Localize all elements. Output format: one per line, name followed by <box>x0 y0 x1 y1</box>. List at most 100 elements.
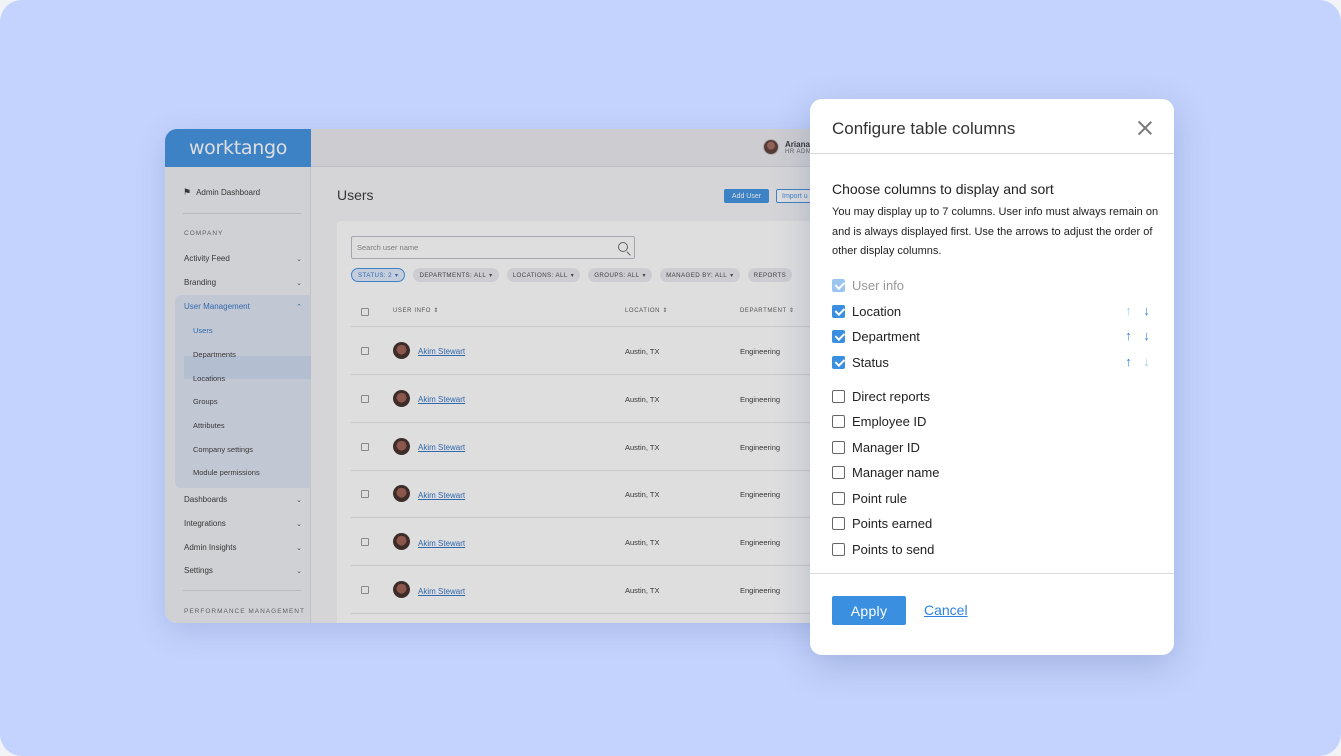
select-all-checkbox[interactable] <box>361 308 369 316</box>
row-divider <box>351 422 855 423</box>
checkbox[interactable] <box>832 491 845 505</box>
sidebar-subitem-module-permissions[interactable]: Module permissions <box>193 468 260 477</box>
row-checkbox[interactable] <box>361 347 369 355</box>
modal-divider <box>810 573 1174 574</box>
arrow-up-icon[interactable]: ↑ <box>1123 354 1134 369</box>
sidebar-item-settings[interactable]: Settings ⌄ <box>184 566 302 575</box>
arrow-up-icon[interactable]: ↑ <box>1123 303 1134 318</box>
row-checkbox[interactable] <box>361 395 369 403</box>
worktango-logo[interactable]: worktango <box>165 129 311 167</box>
sidebar-subitem-users[interactable]: Users <box>193 326 213 335</box>
column-option-user-info: User info <box>832 276 1152 294</box>
location-cell: Austin, TX <box>625 538 660 547</box>
column-option-point-rule[interactable]: Point rule <box>832 489 1152 507</box>
row-divider <box>351 517 855 518</box>
user-name-link[interactable]: Akim Stewart <box>418 587 465 596</box>
row-checkbox[interactable] <box>361 443 369 451</box>
user-management-group <box>175 295 311 488</box>
user-name-link[interactable]: Akim Stewart <box>418 395 465 404</box>
modal-title: Configure table columns <box>832 119 1016 138</box>
sidebar-subitem-attributes[interactable]: Attributes <box>193 421 225 430</box>
column-label: DEPARTMENT <box>740 308 787 314</box>
sidebar-item-admin-dashboard[interactable]: ⚑ Admin Dashboard <box>183 187 260 198</box>
sidebar-item-dashboards[interactable]: Dashboards ⌄ <box>184 495 302 504</box>
add-user-button[interactable]: Add User <box>724 189 769 203</box>
chevron-down-icon: ⌄ <box>296 279 302 287</box>
arrow-up-icon[interactable]: ↑ <box>1123 328 1134 343</box>
column-option-employee-id[interactable]: Employee ID <box>832 412 1152 430</box>
filter-managed-by[interactable]: MANAGED BY: ALL ▾ <box>660 268 740 282</box>
filter-label: LOCATIONS: ALL <box>512 271 568 279</box>
column-option-manager-name[interactable]: Manager name <box>832 463 1152 481</box>
checkbox-checked[interactable] <box>832 304 845 318</box>
caret-down-icon: ▾ <box>642 271 647 279</box>
top-bar: worktango Ariana HR ADM <box>165 129 855 167</box>
location-cell: Austin, TX <box>625 443 660 452</box>
sidebar-item-admin-insights[interactable]: Admin Insights ⌄ <box>184 543 302 552</box>
column-label: USER INFO <box>393 308 432 314</box>
filter-reports[interactable]: REPORTS <box>747 268 793 282</box>
sidebar-subitem-groups[interactable]: Groups <box>193 397 218 406</box>
column-option-department[interactable]: Department ↑ ↓ <box>832 327 1152 345</box>
checkbox-checked[interactable] <box>832 329 845 343</box>
avatar <box>393 581 410 598</box>
search-input[interactable]: Search user name <box>351 236 635 259</box>
column-header-location[interactable]: LOCATION ⇕ <box>625 307 668 314</box>
checkbox[interactable] <box>832 465 845 479</box>
user-name-link[interactable]: Akim Stewart <box>418 443 465 452</box>
option-label: Manager name <box>852 464 940 480</box>
checkbox-checked[interactable] <box>832 355 845 369</box>
row-checkbox[interactable] <box>361 586 369 594</box>
option-label: Manager ID <box>852 439 920 455</box>
filter-label: GROUPS: ALL <box>594 271 640 279</box>
sidebar-item-label: User Management <box>184 302 250 311</box>
search-icon[interactable] <box>618 242 628 252</box>
arrow-down-icon[interactable]: ↓ <box>1141 303 1152 318</box>
sidebar-subitem-locations[interactable]: Locations <box>193 374 225 383</box>
apply-button[interactable]: Apply <box>832 596 906 625</box>
sidebar-item-label: Admin Dashboard <box>196 188 261 197</box>
sidebar-subitem-company-settings[interactable]: Company settings <box>193 445 253 454</box>
row-checkbox[interactable] <box>361 490 369 498</box>
column-option-status[interactable]: Status ↑ ↓ <box>832 353 1152 371</box>
sidebar-item-label: Integrations <box>184 519 226 528</box>
checkbox[interactable] <box>832 389 845 403</box>
sidebar-item-activity-feed[interactable]: Activity Feed ⌄ <box>184 254 302 263</box>
caret-down-icon: ▾ <box>394 271 399 279</box>
sidebar-item-label: Settings <box>184 566 213 575</box>
checkbox[interactable] <box>832 516 845 530</box>
sidebar-item-integrations[interactable]: Integrations ⌄ <box>184 519 302 528</box>
user-name-link[interactable]: Akim Stewart <box>418 347 465 356</box>
filter-groups[interactable]: GROUPS: ALL ▾ <box>588 268 653 282</box>
checkbox[interactable] <box>832 440 845 454</box>
column-option-points-earned[interactable]: Points earned <box>832 514 1152 532</box>
option-label: Employee ID <box>852 413 927 429</box>
filter-status[interactable]: STATUS: 2 ▾ <box>351 268 406 282</box>
sidebar-subitem-departments[interactable]: Departments <box>193 350 236 359</box>
arrow-down-icon[interactable]: ↓ <box>1141 328 1152 343</box>
filter-departments[interactable]: DEPARTMENTS: ALL ▾ <box>413 268 499 282</box>
cancel-link[interactable]: Cancel <box>924 602 968 618</box>
column-option-direct-reports[interactable]: Direct reports <box>832 387 1152 405</box>
user-name-link[interactable]: Akim Stewart <box>418 539 465 548</box>
user-menu[interactable]: Ariana HR ADM <box>763 139 811 155</box>
close-icon[interactable] <box>1138 121 1152 135</box>
modal-description: You may display up to 7 columns. User in… <box>832 206 1159 258</box>
column-header-department[interactable]: DEPARTMENT ⇕ <box>740 307 795 314</box>
sidebar-item-user-management[interactable]: User Management ⌃ <box>184 302 302 311</box>
reorder-arrows: ↑ ↓ <box>1123 328 1152 343</box>
filter-locations[interactable]: LOCATIONS: ALL ▾ <box>506 268 581 282</box>
user-name-link[interactable]: Akim Stewart <box>418 491 465 500</box>
column-header-user-info[interactable]: USER INFO ⇕ <box>393 307 439 314</box>
modal-divider <box>810 153 1174 154</box>
row-checkbox[interactable] <box>361 538 369 546</box>
arrow-down-icon[interactable]: ↓ <box>1141 354 1152 369</box>
checkbox[interactable] <box>832 542 845 556</box>
column-option-location[interactable]: Location ↑ ↓ <box>832 302 1152 320</box>
modal-heading: Choose columns to display and sort <box>832 181 1054 197</box>
sidebar-item-branding[interactable]: Branding ⌄ <box>184 278 302 287</box>
column-option-points-to-send[interactable]: Points to send <box>832 540 1152 558</box>
column-option-manager-id[interactable]: Manager ID <box>832 438 1152 456</box>
checkbox[interactable] <box>832 414 845 428</box>
user-role: HR ADM <box>785 148 812 155</box>
